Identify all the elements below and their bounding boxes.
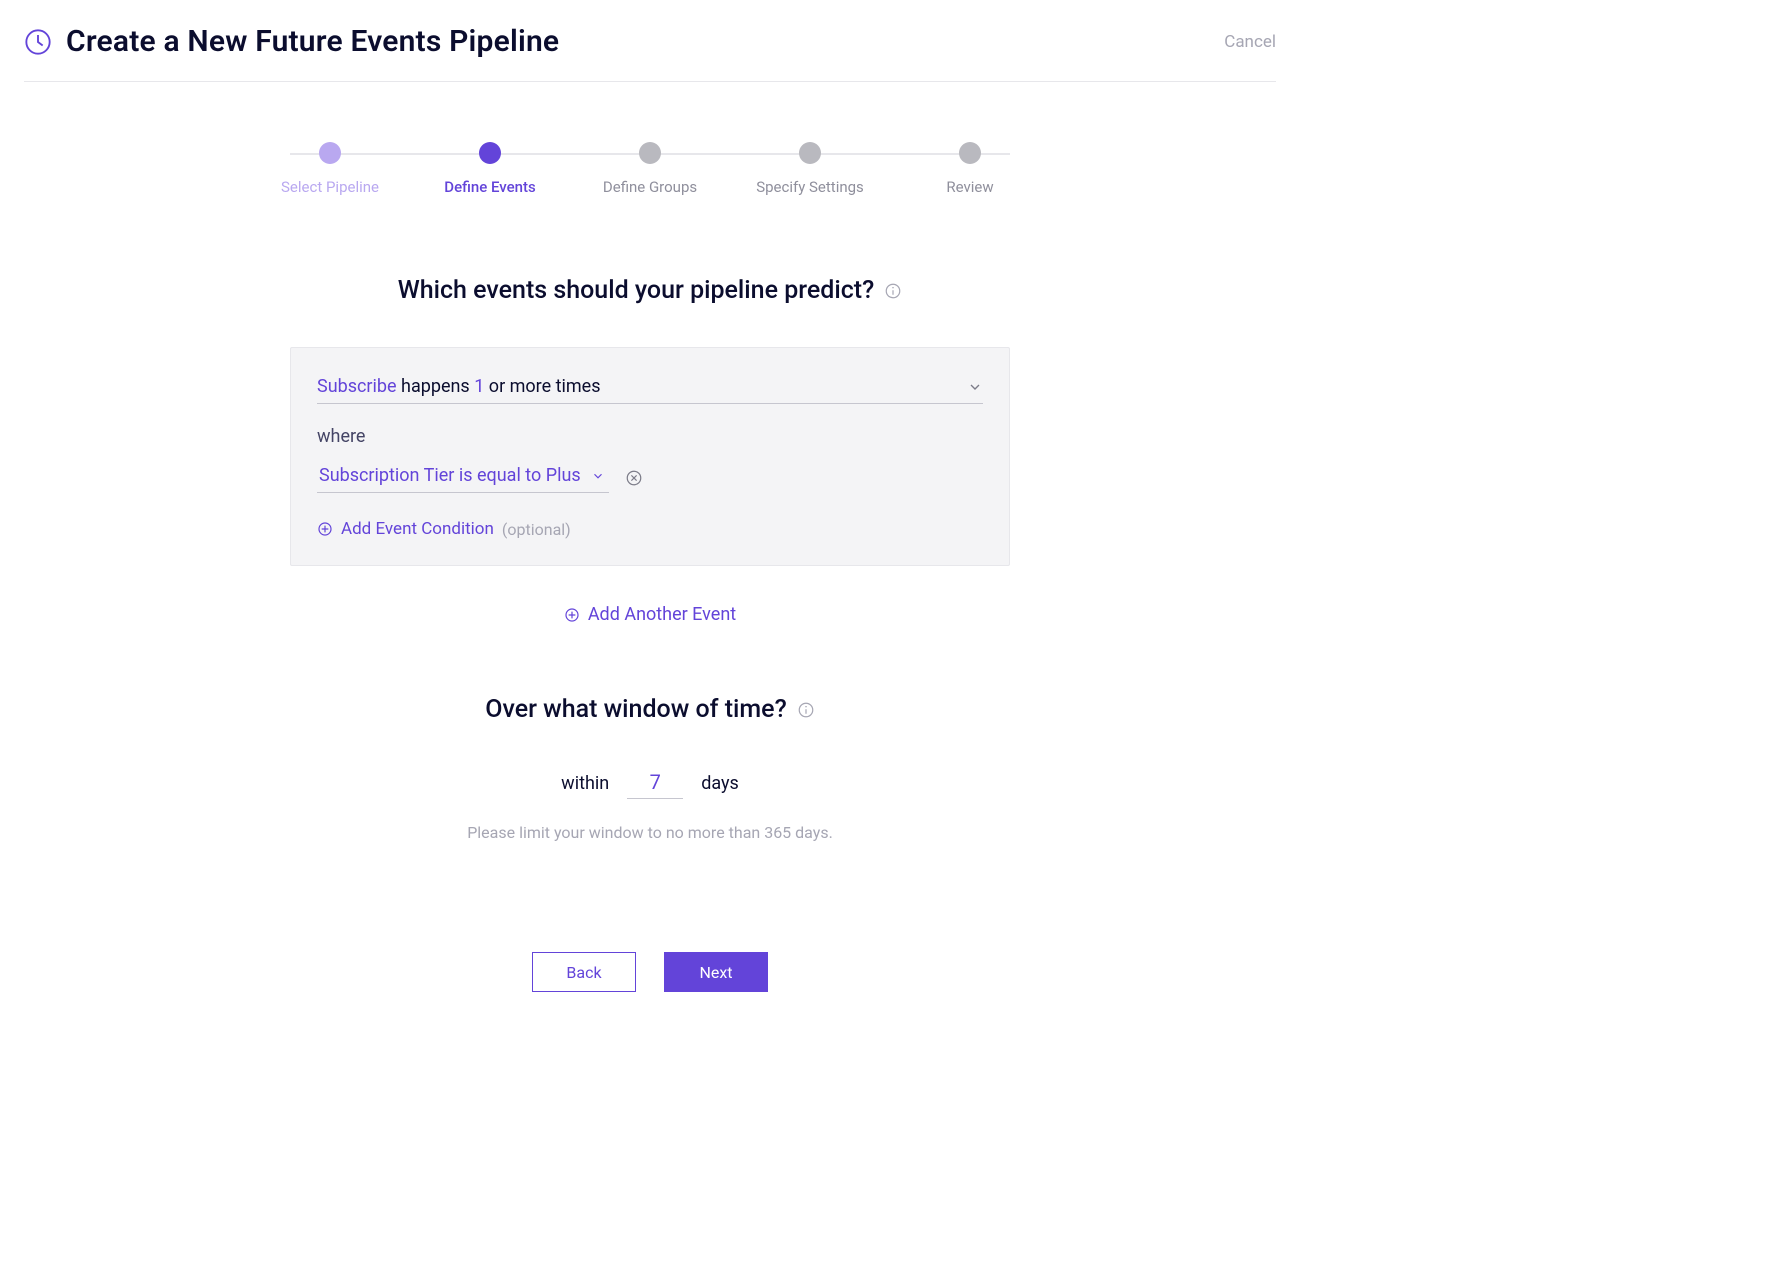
window-section-heading: Over what window of time? [290, 695, 1010, 724]
step-specify-settings[interactable]: Specify Settings [750, 142, 870, 196]
condition-text: Subscription Tier is equal to Plus [319, 465, 581, 486]
progress-stepper: Select Pipeline Define Events Define Gro… [270, 142, 1030, 196]
step-label: Define Events [444, 178, 535, 196]
add-condition-optional: (optional) [502, 520, 571, 539]
step-select-pipeline[interactable]: Select Pipeline [270, 142, 390, 196]
step-define-groups[interactable]: Define Groups [590, 142, 710, 196]
step-dot [799, 142, 821, 164]
time-window-row: within days [290, 768, 1010, 799]
back-button[interactable]: Back [532, 952, 636, 992]
step-dot [639, 142, 661, 164]
page-title: Create a New Future Events Pipeline [66, 24, 559, 59]
events-section-heading: Which events should your pipeline predic… [290, 276, 1010, 305]
step-dot [959, 142, 981, 164]
step-label: Select Pipeline [281, 178, 379, 196]
add-condition-label: Add Event Condition [341, 519, 494, 539]
event-name-token: Subscribe [317, 376, 397, 397]
cancel-link[interactable]: Cancel [1224, 32, 1276, 52]
window-heading-text: Over what window of time? [485, 695, 787, 724]
add-event-condition[interactable]: Add Event Condition (optional) [317, 519, 983, 539]
events-heading-text: Which events should your pipeline predic… [398, 276, 875, 305]
chevron-down-icon [591, 469, 605, 483]
event-rule-text: Subscribe happens 1 or more times [317, 376, 601, 397]
window-hint: Please limit your window to no more than… [290, 823, 1010, 842]
step-dot [319, 142, 341, 164]
plus-circle-icon [317, 521, 333, 537]
next-button[interactable]: Next [664, 952, 768, 992]
add-event-label: Add Another Event [588, 604, 736, 625]
event-qual-token: or more times [489, 376, 601, 397]
condition-selector[interactable]: Subscription Tier is equal to Plus [317, 463, 609, 493]
add-another-event[interactable]: Add Another Event [290, 604, 1010, 625]
step-label: Review [946, 178, 993, 196]
window-prefix: within [561, 773, 609, 794]
remove-condition-icon[interactable] [625, 469, 643, 487]
event-count-token: 1 [474, 376, 484, 397]
where-label: where [317, 426, 983, 447]
event-card: Subscribe happens 1 or more times where … [290, 347, 1010, 566]
event-rule-row[interactable]: Subscribe happens 1 or more times [317, 376, 983, 404]
wizard-footer: Back Next [290, 952, 1010, 992]
step-define-events[interactable]: Define Events [430, 142, 550, 196]
step-label: Define Groups [603, 178, 697, 196]
chevron-down-icon[interactable] [967, 379, 983, 395]
window-suffix: days [701, 773, 739, 794]
info-icon[interactable] [884, 282, 902, 300]
step-review[interactable]: Review [910, 142, 1030, 196]
clock-icon [24, 28, 52, 56]
step-dot [479, 142, 501, 164]
page-header: Create a New Future Events Pipeline Canc… [24, 24, 1276, 82]
plus-circle-icon [564, 607, 580, 623]
step-label: Specify Settings [756, 178, 864, 196]
event-happens-token: happens [401, 376, 470, 397]
info-icon[interactable] [797, 701, 815, 719]
window-days-input[interactable] [627, 768, 683, 799]
